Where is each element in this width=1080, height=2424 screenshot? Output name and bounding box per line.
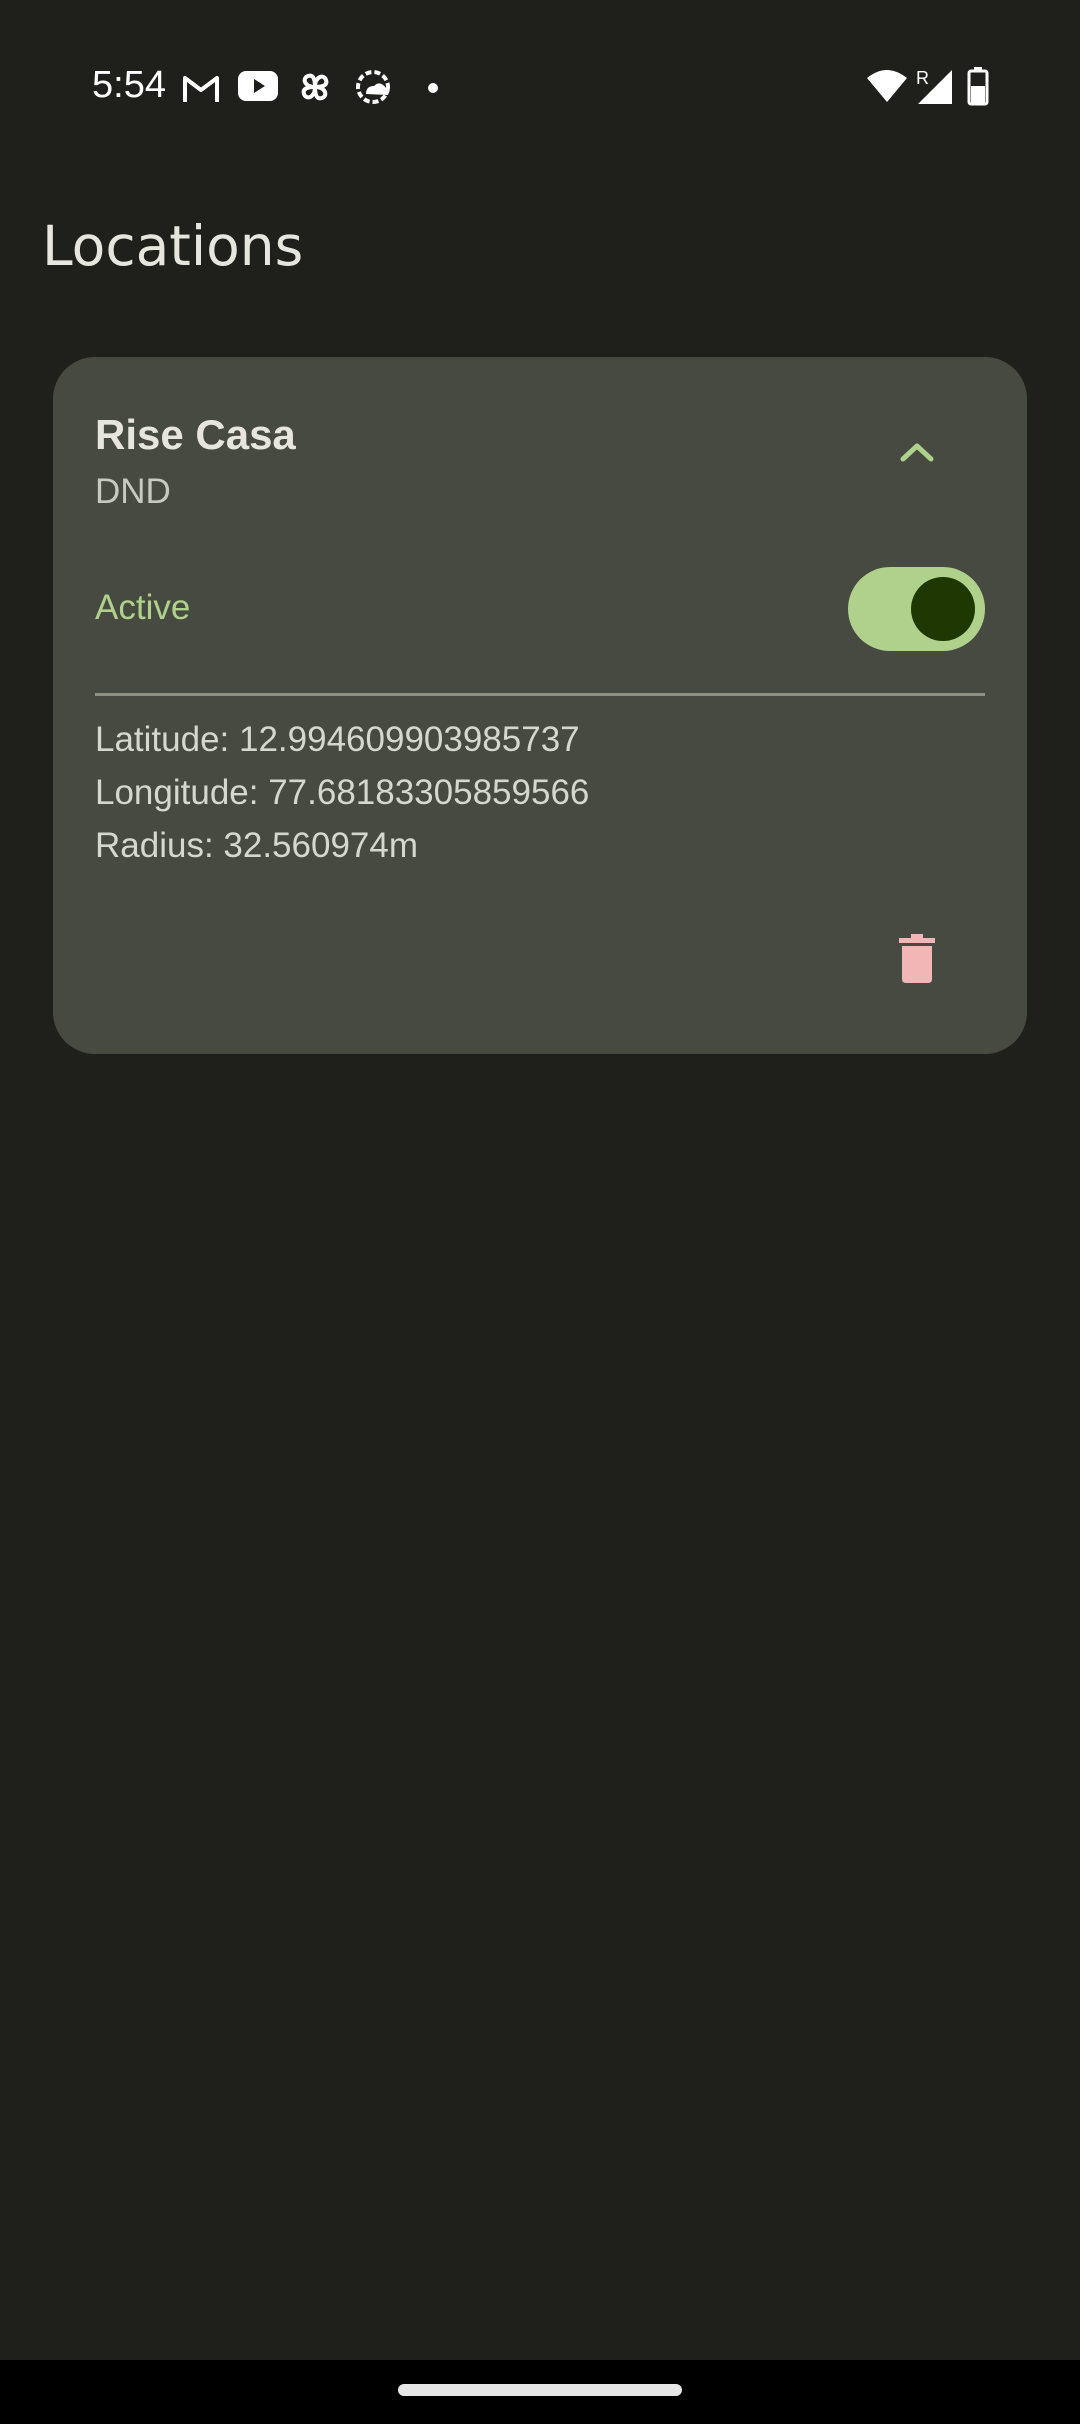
radius-text: Radius: 32.560974m bbox=[95, 826, 418, 865]
page-title: Locations bbox=[42, 214, 304, 278]
wifi-icon bbox=[867, 70, 907, 102]
trash-icon bbox=[899, 934, 935, 983]
home-gesture-handle[interactable] bbox=[398, 2384, 682, 2396]
location-card[interactable]: Rise Casa DND Active Latitude: 12.994609… bbox=[53, 357, 1027, 1054]
delete-button[interactable] bbox=[897, 934, 947, 994]
chevron-up-icon bbox=[900, 443, 934, 462]
notification-dot-icon bbox=[428, 83, 438, 93]
collapse-button[interactable] bbox=[892, 427, 942, 477]
svg-text:R: R bbox=[916, 68, 929, 88]
weather-icon bbox=[356, 70, 390, 104]
longitude-text: Longitude: 77.68183305859566 bbox=[95, 773, 590, 812]
latitude-text: Latitude: 12.994609903985737 bbox=[95, 720, 580, 759]
gmail-icon bbox=[183, 76, 219, 102]
youtube-icon bbox=[238, 71, 278, 101]
location-mode: DND bbox=[95, 472, 171, 511]
status-bar: 5:54 R bbox=[0, 0, 1080, 140]
divider bbox=[95, 693, 985, 696]
battery-icon bbox=[967, 67, 989, 106]
signal-roaming-icon: R bbox=[916, 68, 952, 104]
active-toggle[interactable] bbox=[848, 567, 985, 651]
location-name: Rise Casa bbox=[95, 411, 296, 458]
status-time: 5:54 bbox=[92, 64, 166, 106]
active-label: Active bbox=[95, 588, 191, 627]
pinwheel-icon bbox=[301, 73, 329, 101]
toggle-knob bbox=[911, 577, 975, 641]
